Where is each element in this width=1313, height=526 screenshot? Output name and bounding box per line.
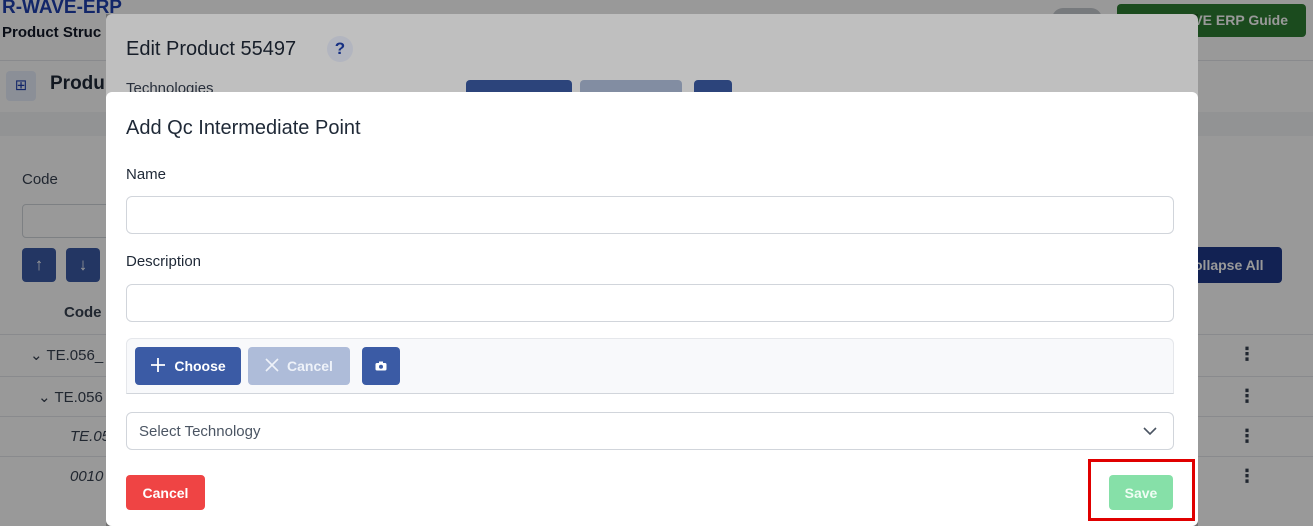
camera-icon (375, 358, 387, 374)
upload-cancel-button[interactable]: Cancel (248, 347, 350, 385)
upload-cancel-label: Cancel (287, 358, 333, 374)
cancel-button[interactable]: Cancel (126, 475, 205, 510)
add-qc-point-dialog: Add Qc Intermediate Point Name Descripti… (106, 92, 1198, 526)
choose-file-button[interactable]: Choose (135, 347, 241, 385)
technology-select[interactable]: Select Technology (126, 412, 1174, 450)
camera-button[interactable] (362, 347, 400, 385)
save-button[interactable]: Save (1109, 475, 1173, 510)
dialog-title: Add Qc Intermediate Point (126, 117, 361, 139)
name-label: Name (126, 166, 167, 183)
file-upload-bar: Choose Cancel (126, 338, 1174, 394)
choose-button-label: Choose (174, 358, 226, 374)
description-label: Description (126, 253, 202, 270)
description-input[interactable] (126, 284, 1174, 322)
chevron-down-icon (1141, 422, 1159, 440)
plus-icon (150, 357, 166, 376)
name-input[interactable] (126, 196, 1174, 234)
close-icon (265, 357, 279, 375)
technology-select-placeholder: Select Technology (139, 423, 261, 440)
